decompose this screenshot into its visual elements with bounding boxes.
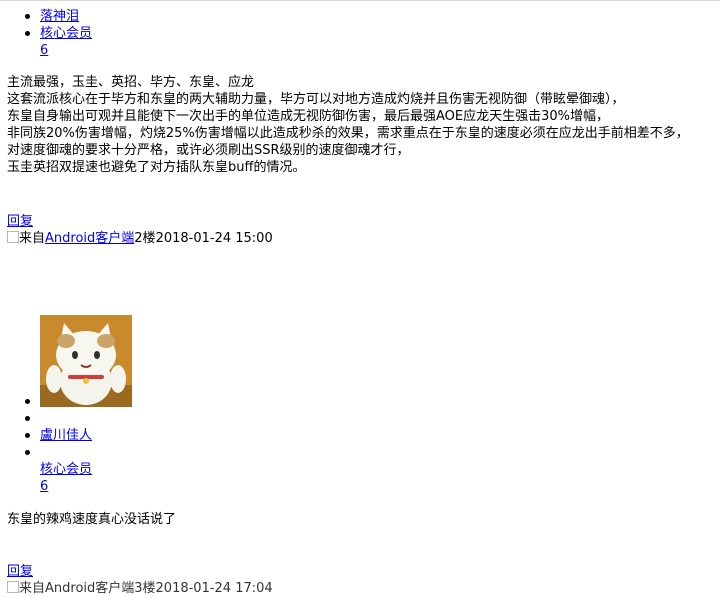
member-level: 6 — [40, 479, 49, 494]
content-line: 对速度御魂的要求十分严格，或许必须刷出SSR级别的速度御魂才行， — [7, 143, 410, 158]
floor-number: 2楼 — [134, 231, 156, 246]
bullet — [25, 14, 30, 19]
bullet — [25, 31, 30, 36]
bullet — [25, 433, 30, 438]
content-line: 玉圭英招双提速也避免了对方插队东皇buff的情况。 — [7, 160, 306, 175]
post1-member-badge-link[interactable]: 核心会员 6 — [40, 26, 92, 58]
member-level: 6 — [40, 43, 49, 58]
bullet — [25, 450, 30, 455]
list-item: 核心会员 6 — [25, 25, 92, 59]
list-item — [25, 393, 92, 410]
list-item: 核心会员 6 — [25, 444, 92, 495]
post1-reply-link[interactable]: 回复 — [7, 213, 33, 230]
post2-username-link[interactable]: 盧川佳人 — [40, 428, 92, 443]
content-line: 主流最强，玉圭、英招、毕方、东皇、应龙 — [7, 75, 255, 90]
top-divider — [0, 0, 720, 1]
post1-user-info: 落神泪 核心会员 6 — [25, 8, 92, 59]
post2-content: 东皇的辣鸡速度真心没话说了 — [7, 512, 177, 527]
member-title: 核心会员 — [40, 26, 93, 41]
list-item — [25, 410, 92, 427]
post2-meta: 来自Android客户端3楼2018-01-24 17:04 — [7, 580, 273, 597]
bullet — [25, 416, 30, 421]
content-line: 这套流派核心在于毕方和东皇的两大辅助力量，毕方可以对地方造成灼烧并且伤害无视防御… — [7, 92, 625, 107]
broken-image-icon — [7, 581, 19, 593]
list-item: 盧川佳人 — [25, 427, 92, 444]
post2-meta-text: 来自Android客户端3楼2018-01-24 17:04 — [19, 581, 273, 596]
post-timestamp: 2018-01-24 15:00 — [155, 231, 273, 246]
post2-member-badge-link[interactable]: 核心会员 6 — [40, 462, 92, 494]
post1-content: 主流最强，玉圭、英招、毕方、东皇、应龙 这套流派核心在于毕方和东皇的两大辅助力量… — [7, 74, 689, 176]
bullet — [25, 399, 30, 404]
source-prefix: 来自 — [19, 231, 46, 246]
content-line: 东皇自身输出可观并且能使下一次出手的单位造成无视防御伤害，最后最强AOE应龙天生… — [7, 109, 610, 124]
member-title: 核心会员 — [40, 462, 93, 477]
source-client-link[interactable]: Android客户端 — [45, 231, 134, 246]
post2-reply-link[interactable]: 回复 — [7, 563, 33, 580]
list-item: 落神泪 — [25, 8, 92, 25]
post1-meta: 来自Android客户端2楼2018-01-24 15:00 — [7, 230, 273, 247]
post2-user-info: 盧川佳人 核心会员 6 — [25, 393, 92, 495]
content-line: 非同族20%伤害增幅，灼烧25%伤害增幅以此造成秒杀的效果，需求重点在于东皇的速… — [7, 126, 689, 141]
broken-image-icon — [7, 231, 19, 243]
post1-username-link[interactable]: 落神泪 — [40, 9, 79, 24]
